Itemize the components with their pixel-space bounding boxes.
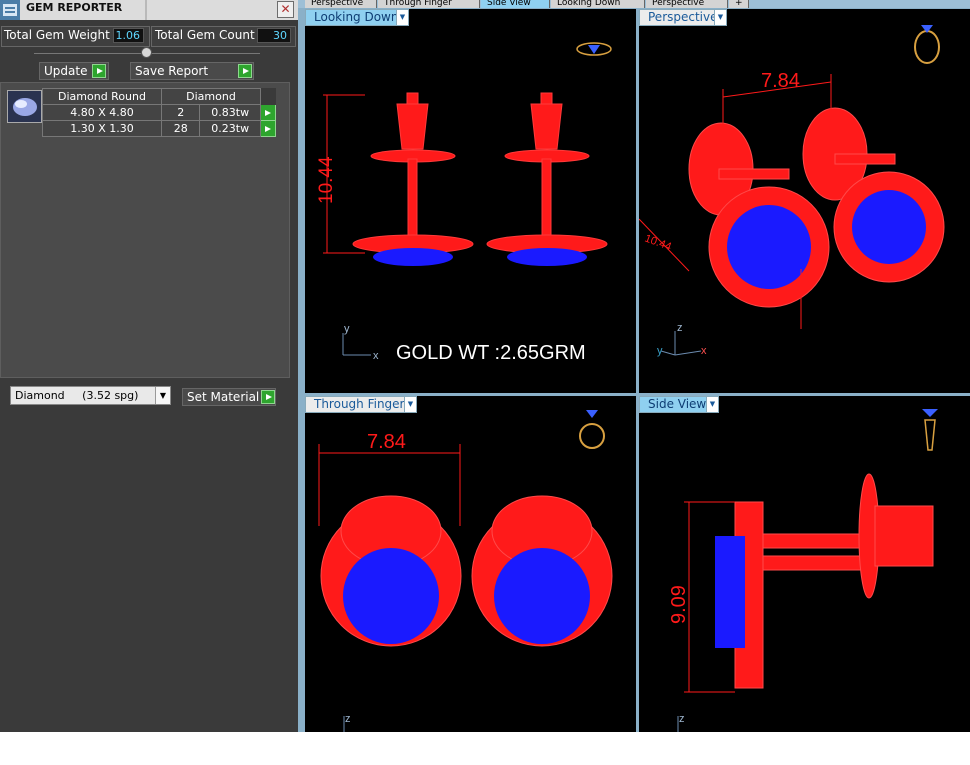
set-material-button-label: Set Material (187, 390, 260, 404)
viewport-label-text: Looking Down (314, 10, 399, 24)
tab-add[interactable]: + (729, 0, 749, 8)
viewport-label-text: Side View (648, 397, 707, 411)
viewport-through-finger[interactable]: 7.84 z Through Finger ▼ (305, 396, 636, 732)
gem-table-wrapper: Diamond Round Diamond 4.80 X 4.80 2 0.83… (42, 88, 276, 137)
material-density: (3.52 spg) (82, 389, 139, 402)
viewport-label-text: Perspective (648, 10, 718, 24)
axis-label: y (657, 345, 663, 357)
viewport-label-text: Through Finger (314, 397, 405, 411)
save-report-button-label: Save Report (135, 64, 209, 78)
perspective-render: 7.84 10.44 z y x (639, 25, 945, 357)
side-view-render: 9.09 z (668, 409, 938, 732)
gem-count-cell: 2 (160, 104, 201, 121)
tab-through-finger[interactable]: Through Finger (378, 0, 480, 8)
gem-reporter-logo-icon (0, 0, 20, 20)
gem-table: Diamond Round Diamond 4.80 X 4.80 2 0.83… (42, 88, 276, 137)
gem-count-cell: 28 (160, 120, 201, 137)
viewport-label-perspective[interactable]: Perspective ▼ (639, 9, 727, 26)
viewport-side-view[interactable]: 9.09 z Side View ▼ (639, 396, 970, 732)
set-material-play-icon[interactable] (261, 390, 275, 404)
tab-perspective-2[interactable]: Perspective (646, 0, 728, 8)
row-play-icon[interactable] (260, 104, 276, 121)
viewport-label-side-view[interactable]: Side View ▼ (639, 396, 719, 413)
save-report-button[interactable]: Save Report (130, 62, 254, 80)
gold-weight-annotation: GOLD WT :2.65GRM (396, 342, 586, 364)
perspective-dimension-2: 10.44 (643, 233, 673, 254)
through-finger-dimension: 7.84 (367, 431, 406, 453)
looking-down-render: 10.44 y x (316, 42, 612, 362)
viewport-label-through-finger[interactable]: Through Finger ▼ (305, 396, 417, 413)
total-gem-weight-value: 1.06 (113, 28, 144, 43)
save-report-play-icon[interactable] (238, 64, 252, 78)
gem-table-header-row: Diamond Round Diamond (42, 88, 276, 105)
axis-label: y (344, 323, 350, 335)
material-select[interactable]: Diamond (3.52 spg) ▼ (10, 386, 171, 405)
tab-side-view[interactable]: Side View (481, 0, 550, 8)
perspective-dimension: 7.84 (761, 70, 800, 92)
viewport-perspective[interactable]: 7.84 10.44 z y x Perspective ▼ (639, 9, 970, 393)
through-finger-render: 7.84 z (318, 410, 613, 732)
axis-label: x (701, 345, 707, 357)
ring-icon (579, 410, 605, 449)
gem-table-row[interactable]: 4.80 X 4.80 2 0.83tw (42, 104, 276, 121)
chevron-down-icon[interactable]: ▼ (706, 397, 718, 412)
looking-down-dimension: 10.44 (316, 156, 337, 204)
tab-perspective[interactable]: Perspective (305, 0, 377, 8)
gem-size-cell: 1.30 X 1.30 (42, 120, 162, 137)
gem-size-cell: 4.80 X 4.80 (42, 104, 162, 121)
gem-thumbnail-diamond-icon[interactable] (7, 90, 42, 123)
row-play-icon[interactable] (260, 120, 276, 137)
gem-table-header-type: Diamond (161, 88, 261, 105)
total-gem-count-label: Total Gem Count (155, 28, 255, 42)
gem-table-header-shape: Diamond Round (42, 88, 162, 105)
viewport-label-looking-down[interactable]: Looking Down ▼ (305, 9, 409, 26)
chevron-down-icon[interactable]: ▼ (396, 10, 408, 25)
chevron-down-icon[interactable]: ▼ (404, 397, 416, 412)
panel-title: GEM REPORTER (26, 1, 123, 14)
axis-label: x (373, 350, 379, 362)
close-icon[interactable]: ✕ (277, 1, 294, 18)
gem-table-row[interactable]: 1.30 X 1.30 28 0.23tw (42, 120, 276, 137)
update-play-icon[interactable] (92, 64, 106, 78)
total-gem-count-value: 30 (257, 28, 291, 43)
diamond-icon (576, 42, 612, 56)
earring-icon (922, 409, 938, 451)
axis-label: z (345, 713, 351, 725)
title-separator (145, 0, 147, 20)
tab-looking-down[interactable]: Looking Down (551, 0, 645, 8)
total-gem-weight-label: Total Gem Weight (4, 28, 110, 42)
chevron-down-icon[interactable]: ▼ (714, 10, 726, 25)
collapse-handle-icon[interactable] (141, 47, 152, 58)
gem-weight-cell: 0.23tw (199, 120, 261, 137)
material-name: Diamond (15, 389, 65, 402)
update-button-label: Update (44, 64, 88, 78)
gem-weight-cell: 0.83tw (199, 104, 261, 121)
viewport-looking-down[interactable]: 10.44 y x Looking Down ▼ GOLD WT :2.65GR… (305, 9, 636, 393)
axis-label: z (679, 713, 685, 725)
axis-label: z (677, 322, 683, 334)
dropdown-arrow-icon[interactable]: ▼ (155, 387, 170, 404)
side-view-dimension: 9.09 (668, 585, 690, 624)
ring-icon (914, 25, 940, 64)
